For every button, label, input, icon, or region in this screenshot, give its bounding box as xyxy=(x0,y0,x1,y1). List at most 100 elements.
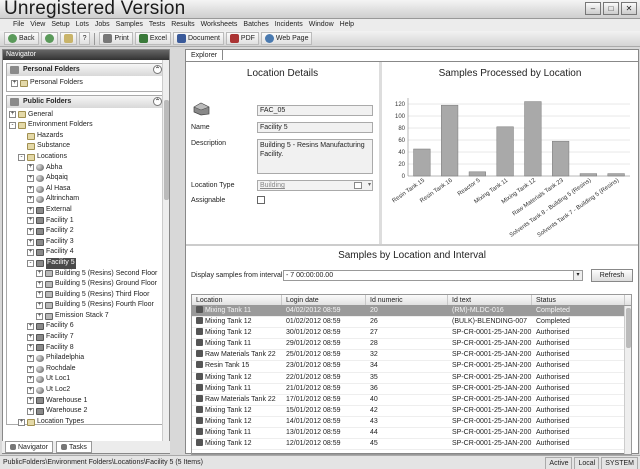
expand-icon[interactable]: + xyxy=(27,386,34,394)
table-row[interactable]: Raw Materials Tank 22 17/01/2012 08:59 40 S… xyxy=(192,394,631,406)
table-row[interactable]: Mixing Tank 11 21/01/2012 08:59 36 SP-CR-00… xyxy=(192,383,631,395)
column-header[interactable]: Location xyxy=(192,295,282,305)
table-row[interactable]: Raw Materials Tank 22 25/01/2012 08:59 32 S… xyxy=(192,350,631,362)
table-row[interactable]: Mixing Tank 11 04/02/2012 08:59 20 (RM)-MLD… xyxy=(192,306,631,318)
lookup-icon[interactable] xyxy=(354,182,362,189)
tree-node[interactable]: + Ut Loc2 xyxy=(9,385,165,396)
expand-icon[interactable]: + xyxy=(27,323,34,331)
menu-item-jobs[interactable]: Jobs xyxy=(92,19,113,31)
tree-node[interactable]: + Warehouse 2 xyxy=(9,406,165,417)
tree-node[interactable]: + Ut Loc1 xyxy=(9,374,165,385)
expand-icon[interactable]: + xyxy=(27,355,34,363)
forward-button[interactable] xyxy=(40,32,58,45)
collapse-icon[interactable]: - xyxy=(18,153,25,161)
minimize-button[interactable]: – xyxy=(585,2,601,15)
tree-node[interactable]: - Locations xyxy=(9,152,165,163)
tree-node[interactable]: + Al Hasa xyxy=(9,184,165,195)
assignable-checkbox[interactable] xyxy=(257,196,265,204)
tree-node[interactable]: + Building 5 (Resins) Ground Floor xyxy=(9,279,165,290)
up-folder-button[interactable] xyxy=(59,32,77,45)
collapse-icon[interactable]: - xyxy=(9,121,16,129)
tree-node[interactable]: + Facility 2 xyxy=(9,226,165,237)
tab-tasks[interactable]: Tasks xyxy=(55,441,92,453)
expand-icon[interactable]: + xyxy=(11,79,18,87)
menu-item-incidents[interactable]: Incidents xyxy=(272,19,306,31)
tree-node[interactable]: + Warehouse 1 xyxy=(9,396,165,407)
menu-item-results[interactable]: Results xyxy=(168,19,197,31)
menu-item-help[interactable]: Help xyxy=(337,19,357,31)
tree-node[interactable]: + Philadelphia xyxy=(9,353,165,364)
horizontal-splitter[interactable] xyxy=(186,244,638,246)
tree-node[interactable]: - Environment Folders xyxy=(9,120,165,131)
tree-node[interactable]: + General xyxy=(9,110,165,121)
expand-icon[interactable]: + xyxy=(27,185,34,193)
tree-node[interactable]: + Facility 1 xyxy=(9,216,165,227)
table-row[interactable]: Mixing Tank 11 29/01/2012 08:59 28 SP-CR-00… xyxy=(192,339,631,351)
column-header[interactable]: Id numeric xyxy=(366,295,448,305)
pdf-button[interactable]: PDF xyxy=(225,32,259,45)
expand-icon[interactable]: + xyxy=(36,280,43,288)
location-code-field[interactable]: FAC_05 xyxy=(257,105,373,116)
tree-node[interactable]: + Location Types xyxy=(9,417,165,428)
tree-node[interactable]: + Facility 6 xyxy=(9,321,165,332)
menu-item-samples[interactable]: Samples xyxy=(113,19,146,31)
expand-icon[interactable]: + xyxy=(27,333,34,341)
interval-select[interactable]: - 7 00:00:00.00 ▾ xyxy=(283,270,583,281)
name-field[interactable]: Facility 5 xyxy=(257,122,373,133)
tree-node[interactable]: + Abha xyxy=(9,163,165,174)
table-row[interactable]: Mixing Tank 12 12/01/2012 08:59 45 SP-CR-00… xyxy=(192,439,631,451)
description-field[interactable]: Building 5 - Resins Manufacturing Facili… xyxy=(257,139,373,174)
refresh-button[interactable]: Refresh xyxy=(591,269,633,282)
tree-node[interactable]: + Emission Stack 7 xyxy=(9,311,165,322)
table-row[interactable]: Mixing Tank 12 14/01/2012 08:59 43 SP-CR-00… xyxy=(192,416,631,429)
expand-icon[interactable]: + xyxy=(27,344,34,352)
tree-node[interactable]: + Facility 3 xyxy=(9,237,165,248)
tab-explorer[interactable]: Explorer xyxy=(185,49,224,60)
expand-icon[interactable]: + xyxy=(27,376,34,384)
table-row[interactable]: Mixing Tank 12 15/01/2012 08:59 42 SP-CR-00… xyxy=(192,405,631,417)
menu-item-lots[interactable]: Lots xyxy=(73,19,92,31)
tree-node[interactable]: Hazards xyxy=(9,131,165,142)
expand-icon[interactable]: + xyxy=(36,302,43,310)
menu-item-view[interactable]: View xyxy=(27,19,48,31)
menu-item-file[interactable]: File xyxy=(10,19,27,31)
tree-node[interactable]: + Facility 8 xyxy=(9,343,165,354)
tree-node[interactable]: + Building 5 (Resins) Second Floor xyxy=(9,269,165,280)
expand-icon[interactable]: + xyxy=(27,249,34,257)
excel-button[interactable]: Excel xyxy=(134,32,171,45)
tree-node[interactable]: + Facility 7 xyxy=(9,332,165,343)
table-row[interactable]: Mixing Tank 12 30/01/2012 08:59 27 SP-CR-00… xyxy=(192,328,631,340)
expand-icon[interactable]: + xyxy=(36,312,43,320)
table-row[interactable]: Mixing Tank 12 22/01/2012 08:59 35 SP-CR-00… xyxy=(192,372,631,384)
expand-icon[interactable]: + xyxy=(27,365,34,373)
expand-icon[interactable]: + xyxy=(27,397,34,405)
webpage-button[interactable]: Web Page xyxy=(260,32,313,45)
chevron-down-icon[interactable]: ▾ xyxy=(573,271,582,280)
chevron-down-icon[interactable]: ▾ xyxy=(368,181,371,190)
tree-node[interactable]: + Rochdale xyxy=(9,364,165,375)
grid-scrollbar[interactable] xyxy=(624,306,631,454)
expand-icon[interactable]: + xyxy=(27,174,34,182)
help-button[interactable]: ? xyxy=(78,32,91,45)
expand-icon[interactable]: + xyxy=(9,111,16,119)
menu-item-worksheets[interactable]: Worksheets xyxy=(198,19,241,31)
tree-node[interactable]: + Building 5 (Resins) Third Floor xyxy=(9,290,165,301)
public-folders-header[interactable]: Public Folders ⌃ xyxy=(7,95,165,108)
collapse-icon[interactable]: ⌃ xyxy=(153,65,162,74)
expand-icon[interactable]: + xyxy=(27,164,34,172)
document-button[interactable]: Document xyxy=(173,32,224,45)
tree-node[interactable]: - Facility 5 xyxy=(9,257,165,269)
tree-node[interactable]: + Facility 4 xyxy=(9,247,165,258)
table-row[interactable]: Mixing Tank 11 13/01/2012 08:59 44 SP-CR-00… xyxy=(192,428,631,440)
expand-icon[interactable]: + xyxy=(27,196,34,204)
expand-icon[interactable]: + xyxy=(27,238,34,246)
collapse-icon[interactable]: ⌃ xyxy=(153,96,162,106)
collapse-icon[interactable]: - xyxy=(27,259,34,267)
menu-item-setup[interactable]: Setup xyxy=(48,19,72,31)
maximize-button[interactable]: □ xyxy=(603,2,619,15)
tree-node[interactable]: + Building 5 (Resins) Fourth Floor xyxy=(9,300,165,311)
menu-item-batches[interactable]: Batches xyxy=(240,19,271,31)
table-row[interactable]: Mixing Tank 12 01/02/2012 08:59 26 (BULK)-B… xyxy=(192,317,631,329)
expand-icon[interactable]: + xyxy=(36,270,43,278)
expand-icon[interactable]: + xyxy=(27,227,34,235)
